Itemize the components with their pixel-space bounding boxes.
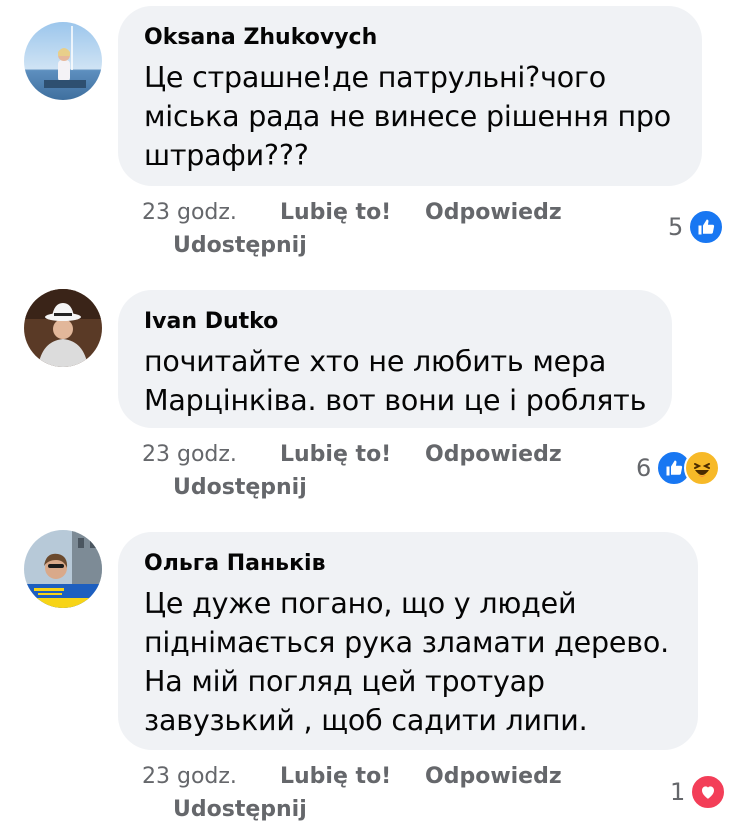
reply-link[interactable]: Odpowiedz [425, 760, 562, 793]
reply-link[interactable]: Odpowiedz [425, 196, 562, 229]
share-link[interactable]: Udostępnij [142, 471, 307, 504]
comment-timestamp[interactable]: 23 godz. [142, 760, 280, 793]
comment-bubble: Oksana Zhukovych Це страшне!де патрульні… [118, 6, 702, 186]
avatar[interactable] [24, 22, 102, 100]
like-link[interactable]: Lubię to! [280, 438, 425, 471]
comment-bubble: Ольга Паньків Це дуже погано, що у людей… [118, 532, 698, 750]
comment-author[interactable]: Ivan Dutko [144, 308, 648, 336]
share-link[interactable]: Udostępnij [142, 793, 307, 826]
share-link[interactable]: Udostępnij [142, 229, 307, 262]
avatar[interactable] [24, 530, 102, 608]
like-link[interactable]: Lubię to! [280, 760, 425, 793]
like-icon [688, 209, 725, 245]
comment-author[interactable]: Ольга Паньків [144, 550, 674, 578]
like-link[interactable]: Lubię to! [280, 196, 425, 229]
comment-text: Це страшне!де патрульні?чого міська рада… [144, 61, 672, 172]
comment-actions: 23 godz. Lubię to! Odpowiedz Udostępnij [142, 760, 562, 826]
comment-timestamp[interactable]: 23 godz. [142, 196, 280, 229]
comment-author[interactable]: Oksana Zhukovych [144, 24, 678, 52]
comment-bubble: Ivan Dutko почитайте хто не любить мера … [118, 290, 672, 428]
haha-icon [684, 450, 721, 486]
reaction-summary[interactable]: 5 [668, 209, 725, 245]
avatar[interactable] [24, 289, 102, 367]
reply-link[interactable]: Odpowiedz [425, 438, 562, 471]
reaction-summary[interactable]: 1 [670, 774, 727, 810]
reaction-count: 5 [668, 213, 684, 241]
comment-timestamp[interactable]: 23 godz. [142, 438, 280, 471]
love-icon [690, 774, 727, 810]
comment-actions: 23 godz. Lubię to! Odpowiedz Udostępnij [142, 196, 562, 262]
reaction-count: 1 [670, 778, 686, 806]
comment-text: Це дуже погано, що у людей піднімається … [144, 587, 669, 737]
comment-actions: 23 godz. Lubię to! Odpowiedz Udostępnij [142, 438, 562, 504]
reaction-count: 6 [636, 454, 652, 482]
comment-text: почитайте хто не любить мера Марцінківа.… [144, 345, 647, 417]
reaction-summary[interactable]: 6 [636, 450, 721, 486]
